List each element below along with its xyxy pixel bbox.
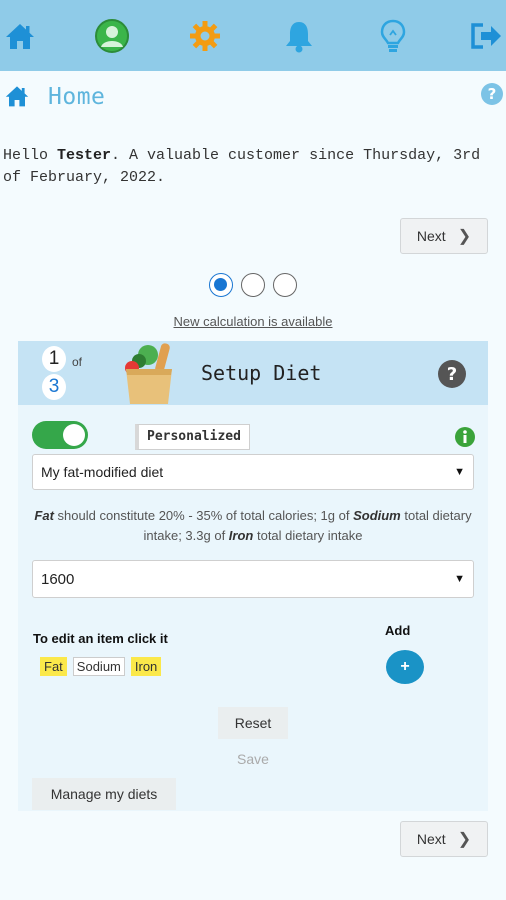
page-header: Home ? — [0, 78, 506, 118]
calories-select[interactable]: 1600 ▼ — [32, 560, 474, 598]
card-header: 1 3 of Setup Diet ? — [18, 341, 488, 405]
add-item-button[interactable]: + — [386, 650, 424, 684]
chip-iron[interactable]: Iron — [130, 657, 162, 676]
svg-text:?: ? — [488, 85, 497, 103]
step-current: 1 — [42, 346, 66, 372]
notification-bell-icon[interactable] — [279, 14, 319, 58]
setup-diet-card: 1 3 of Setup Diet ? Personalized My fat-… — [18, 341, 488, 811]
chevron-right-icon: ❯ — [457, 228, 472, 245]
desc-part: should constitute 20% - 35% of total cal… — [53, 508, 354, 523]
user-profile-icon[interactable] — [92, 14, 132, 58]
next-button-top[interactable]: Next ❯ — [400, 218, 488, 254]
logout-icon[interactable] — [466, 14, 506, 58]
diet-select[interactable]: My fat-modified diet ▼ — [32, 454, 474, 490]
diet-description: Fat should constitute 20% - 35% of total… — [32, 506, 474, 546]
nutrient-fat: Fat — [34, 508, 54, 523]
page-title: Home — [48, 84, 106, 110]
edit-instruction: To edit an item click it — [33, 631, 168, 646]
nutrient-chips: Fat Sodium Iron — [40, 657, 162, 676]
home-icon[interactable] — [0, 14, 40, 58]
personalized-toggle[interactable] — [32, 421, 88, 449]
next-label: Next — [416, 831, 446, 847]
info-icon[interactable] — [455, 427, 475, 452]
manage-diets-button[interactable]: Manage my diets — [32, 778, 176, 810]
step-pagination — [209, 273, 297, 297]
home-icon — [4, 84, 30, 113]
toggle-knob — [63, 424, 85, 446]
chevron-down-icon: ▼ — [454, 466, 465, 478]
grocery-bag-icon — [122, 341, 178, 410]
next-button-bottom[interactable]: Next ❯ — [400, 821, 488, 857]
personalized-label: Personalized — [135, 424, 250, 450]
add-label: Add — [385, 623, 411, 638]
calories-select-value: 1600 — [41, 570, 75, 588]
new-calculation-link[interactable]: New calculation is available — [0, 314, 506, 329]
lightbulb-icon[interactable] — [373, 14, 413, 58]
reset-button[interactable]: Reset — [218, 707, 288, 739]
card-title: Setup Diet — [201, 361, 322, 385]
save-button[interactable]: Save — [218, 743, 288, 775]
step-total: 3 — [42, 374, 66, 400]
step-dot-2[interactable] — [241, 273, 265, 297]
settings-gear-icon[interactable] — [185, 14, 225, 58]
greeting-prefix: Hello — [3, 147, 58, 164]
customer-name: Tester — [57, 147, 112, 164]
next-label: Next — [416, 228, 446, 244]
desc-part: total dietary intake — [253, 528, 363, 543]
nutrient-sodium: Sodium — [353, 508, 401, 523]
top-navigation-bar — [0, 0, 506, 71]
chip-fat[interactable]: Fat — [40, 657, 67, 676]
step-dot-1[interactable] — [209, 273, 233, 297]
chevron-right-icon: ❯ — [457, 831, 472, 848]
chevron-down-icon: ▼ — [454, 573, 465, 585]
chip-sodium[interactable]: Sodium — [72, 657, 125, 676]
diet-select-value: My fat-modified diet — [41, 464, 164, 480]
help-icon[interactable]: ? — [437, 359, 467, 394]
nutrient-iron: Iron — [228, 528, 254, 543]
greeting-text: Hello Tester. A valuable customer since … — [3, 145, 503, 189]
help-icon[interactable]: ? — [480, 82, 504, 111]
step-dot-3[interactable] — [273, 273, 297, 297]
step-of-label: of — [72, 355, 83, 369]
svg-text:?: ? — [447, 364, 457, 385]
